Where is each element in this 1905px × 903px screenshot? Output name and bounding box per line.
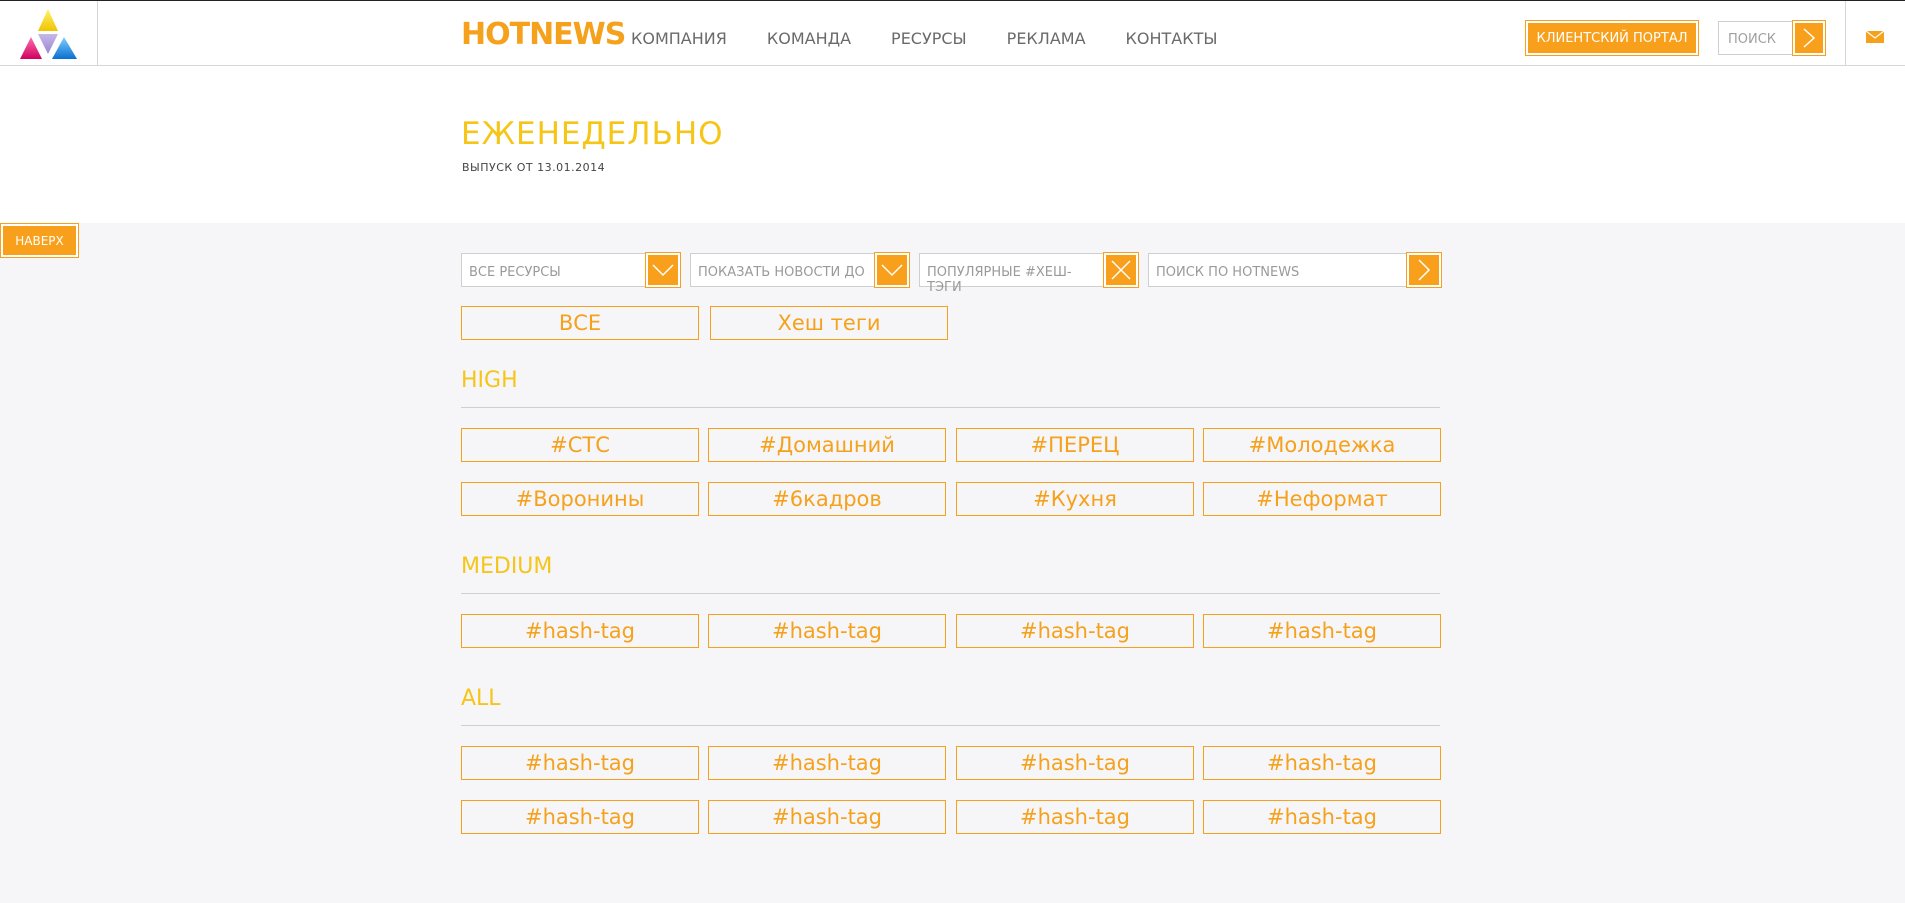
resources-dropdown-button[interactable] — [645, 252, 681, 288]
hashtag-button[interactable]: #Неформат — [1203, 482, 1441, 516]
hashtag-button[interactable]: #hash-tag — [1203, 614, 1441, 648]
section-label-medium: MEDIUM — [461, 554, 553, 579]
hashtag-button[interactable]: #hash-tag — [708, 614, 946, 648]
nav-item-team[interactable]: КОМАНДА — [767, 31, 851, 47]
section-divider — [461, 407, 1440, 408]
hashtag-button[interactable]: #hash-tag — [956, 614, 1194, 648]
main-nav: КОМПАНИЯ КОМАНДА РЕСУРСЫ РЕКЛАМА КОНТАКТ… — [631, 31, 1217, 47]
logo-triangles-icon — [20, 9, 77, 59]
section-divider — [461, 725, 1440, 726]
hotnews-search-button[interactable] — [1406, 252, 1442, 288]
hashtag-button[interactable]: #Воронины — [461, 482, 699, 516]
site-header: HOTNEWS КОМПАНИЯ КОМАНДА РЕСУРСЫ РЕКЛАМА… — [0, 0, 1905, 66]
hashtag-button[interactable]: #Молодежка — [1203, 428, 1441, 462]
hashtag-button[interactable]: #ПЕРЕЦ — [956, 428, 1194, 462]
section-divider — [461, 593, 1440, 594]
brand-logo-text[interactable]: HOTNEWS — [461, 20, 626, 50]
hashtag-button[interactable]: #hash-tag — [1203, 746, 1441, 780]
chevron-right-icon — [1803, 28, 1816, 48]
show-until-select[interactable]: ПОКАЗАТЬ НОВОСТИ ДО — [690, 253, 876, 287]
client-portal-button[interactable]: КЛИЕНТСКИЙ ПОРТАЛ — [1525, 20, 1699, 56]
section-label-high: HIGH — [461, 368, 518, 393]
hashtag-button[interactable]: #hash-tag — [1203, 800, 1441, 834]
nav-item-advertising[interactable]: РЕКЛАМА — [1007, 31, 1086, 47]
chevron-right-icon — [1418, 259, 1431, 281]
hashtag-button[interactable]: #hash-tag — [956, 800, 1194, 834]
resources-select[interactable]: ВСЕ РЕСУРСЫ — [461, 253, 647, 287]
header-search-input[interactable]: ПОИСК — [1718, 21, 1794, 55]
hashtag-button[interactable]: #hash-tag — [708, 746, 946, 780]
page-title: ЕЖЕНЕДЕЛЬНО — [461, 116, 724, 152]
hashtag-button[interactable]: #Домашний — [708, 428, 946, 462]
header-divider — [1845, 1, 1846, 66]
nav-item-resources[interactable]: РЕСУРСЫ — [891, 31, 967, 47]
mail-icon[interactable] — [1866, 31, 1884, 43]
tab-all[interactable]: ВСЕ — [461, 306, 699, 340]
scroll-to-top-button[interactable]: НАВЕРХ — [0, 223, 79, 258]
chevron-down-icon — [881, 264, 903, 277]
popular-tags-select[interactable]: ПОПУЛЯРНЫЕ #ХЕШ-ТЭГИ — [919, 253, 1105, 295]
show-until-dropdown-button[interactable] — [874, 252, 910, 288]
hashtag-button[interactable]: #hash-tag — [461, 746, 699, 780]
popular-tags-clear-button[interactable] — [1103, 252, 1139, 288]
envelope-icon — [1866, 31, 1884, 39]
logo[interactable] — [0, 1, 98, 66]
header-search-button[interactable] — [1792, 20, 1826, 56]
issue-date: ВЫПУСК ОТ 13.01.2014 — [462, 161, 606, 174]
hashtag-button[interactable]: #hash-tag — [708, 800, 946, 834]
hashtag-button[interactable]: #6кадров — [708, 482, 946, 516]
hashtag-button[interactable]: #hash-tag — [461, 614, 699, 648]
hashtag-button[interactable]: #hash-tag — [461, 800, 699, 834]
hashtag-button[interactable]: #Кухня — [956, 482, 1194, 516]
nav-item-contacts[interactable]: КОНТАКТЫ — [1126, 31, 1218, 47]
nav-item-company[interactable]: КОМПАНИЯ — [631, 31, 727, 47]
section-label-all: ALL — [461, 686, 501, 711]
hashtag-button[interactable]: #СТС — [461, 428, 699, 462]
tab-hash-tags[interactable]: Хеш теги — [710, 306, 948, 340]
hotnews-search-input[interactable]: ПОИСК ПО HOTNEWS — [1148, 253, 1408, 287]
hashtag-button[interactable]: #hash-tag — [956, 746, 1194, 780]
close-icon — [1111, 260, 1131, 280]
title-band: ЕЖЕНЕДЕЛЬНО ВЫПУСК ОТ 13.01.2014 — [0, 66, 1905, 223]
chevron-down-icon — [652, 264, 674, 277]
